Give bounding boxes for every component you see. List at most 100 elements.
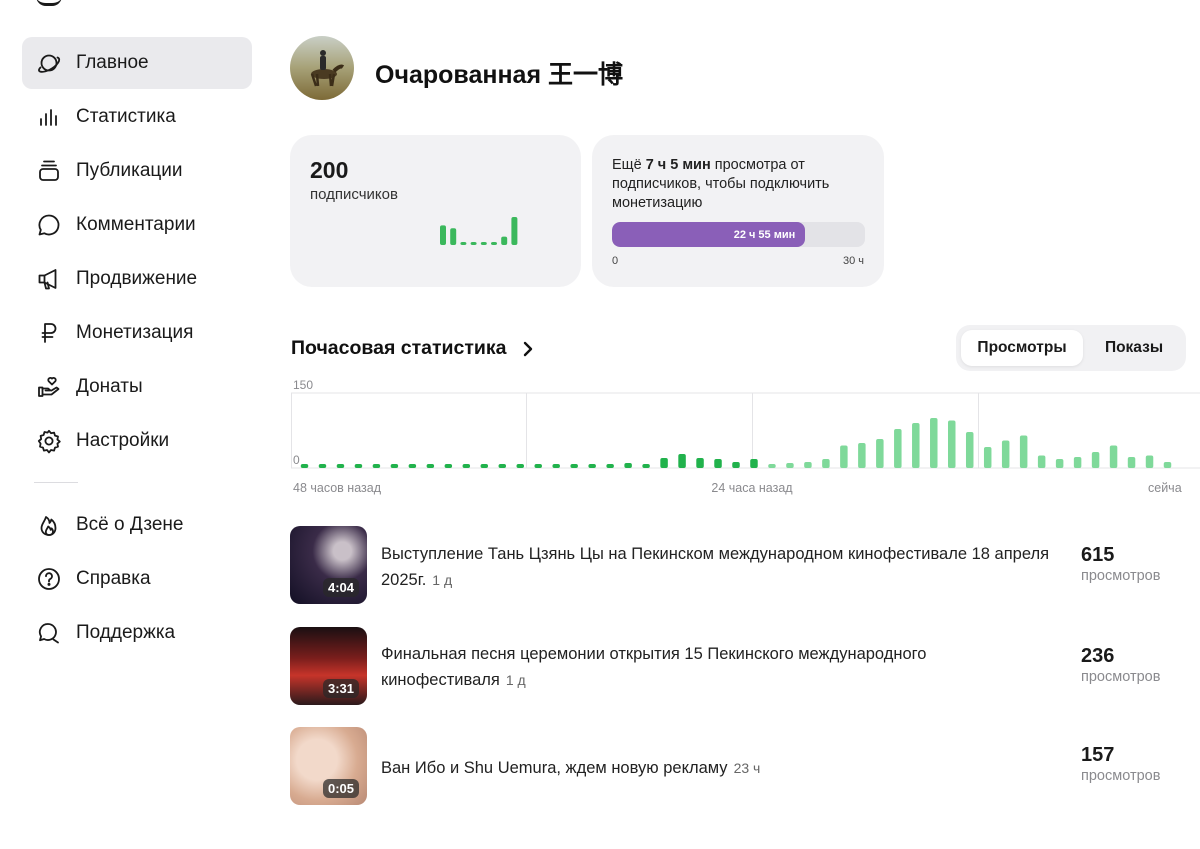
sidebar-item-publications[interactable]: Публикации bbox=[22, 145, 252, 197]
chart-bar bbox=[1109, 445, 1118, 468]
chart-bar bbox=[732, 462, 740, 468]
chart-bar bbox=[390, 464, 399, 468]
video-age: 1 д bbox=[432, 572, 453, 588]
video-row[interactable]: 4:04 Выступление Тань Цзянь Цы на Пекинс… bbox=[290, 526, 1200, 604]
tab-impressions[interactable]: Показы bbox=[1088, 330, 1180, 366]
views-label: просмотров bbox=[1081, 768, 1161, 784]
stack-icon bbox=[34, 156, 64, 186]
sidebar-item-statistics[interactable]: Статистика bbox=[22, 91, 252, 143]
chart-bar bbox=[498, 464, 507, 468]
channel-avatar[interactable] bbox=[290, 36, 354, 100]
chart-bar bbox=[1091, 452, 1100, 468]
video-thumbnail[interactable]: 4:04 bbox=[290, 526, 367, 604]
top-partial-icon bbox=[36, 0, 62, 6]
video-views: 236 просмотров bbox=[1081, 645, 1160, 685]
chart-bar bbox=[1055, 459, 1064, 468]
tab-views[interactable]: Просмотры bbox=[961, 330, 1083, 366]
chart-bar bbox=[444, 464, 453, 468]
chart-bar bbox=[318, 464, 327, 468]
video-title[interactable]: Финальная песня церемонии открытия 15 Пе… bbox=[381, 641, 1061, 693]
chart-bar bbox=[336, 464, 345, 468]
sidebar-item-label: Продвижение bbox=[76, 268, 198, 289]
views-count: 236 bbox=[1081, 645, 1115, 667]
video-duration: 0:05 bbox=[322, 779, 359, 798]
hourly-chart: 150 0 48 часов назад 24 часа назад сейча bbox=[291, 378, 1200, 495]
video-thumbnail[interactable]: 3:31 bbox=[290, 627, 367, 705]
ruble-icon bbox=[34, 318, 64, 348]
video-title[interactable]: Ван Ибо и Shu Uemura, ждем новую рекламу… bbox=[381, 755, 1061, 781]
views-label: просмотров bbox=[1081, 669, 1161, 685]
flame-icon bbox=[34, 510, 64, 540]
sidebar-item-label: Главное bbox=[76, 52, 149, 73]
chart-bar bbox=[354, 464, 363, 468]
chart-bar bbox=[876, 439, 884, 468]
sparkline-bar bbox=[450, 228, 457, 245]
sidebar-item-label: Поддержка bbox=[76, 622, 176, 643]
chart-bar bbox=[750, 459, 758, 468]
sidebar-item-support[interactable]: Поддержка bbox=[22, 607, 252, 659]
chart-bar bbox=[660, 458, 668, 468]
chart-bar bbox=[516, 464, 524, 468]
channel-name[interactable]: Очарованная 王一博 bbox=[375, 55, 623, 91]
progress-min-label: 0 bbox=[612, 255, 619, 267]
sidebar-item-label: Всё о Дзене bbox=[76, 514, 184, 535]
chart-bar bbox=[912, 423, 920, 468]
support-chat-icon bbox=[34, 618, 64, 648]
bar-chart-icon bbox=[34, 102, 64, 132]
monetization-card[interactable]: Ещё 7 ч 5 мин просмотра от подписчиков, … bbox=[592, 135, 884, 287]
megaphone-icon bbox=[34, 264, 64, 294]
video-duration: 3:31 bbox=[322, 679, 359, 698]
video-views: 157 просмотров bbox=[1081, 744, 1160, 784]
chart-bar bbox=[948, 420, 956, 468]
subscribers-card[interactable]: 200 подписчиков bbox=[290, 135, 581, 287]
subscribers-count: 200 bbox=[310, 157, 349, 183]
sparkline-bar bbox=[480, 242, 487, 245]
hourly-stats-title[interactable]: Почасовая статистика bbox=[291, 337, 535, 360]
sidebar-item-label: Справка bbox=[76, 568, 151, 589]
video-row[interactable]: 0:05 Ван Ибо и Shu Uemura, ждем новую ре… bbox=[290, 727, 1200, 805]
video-title[interactable]: Выступление Тань Цзянь Цы на Пекинском м… bbox=[381, 541, 1061, 593]
video-duration: 4:04 bbox=[322, 578, 359, 597]
chart-bar bbox=[426, 464, 435, 468]
sidebar-item-label: Настройки bbox=[76, 430, 170, 451]
chart-bar bbox=[1163, 462, 1172, 468]
sidebar-item-main[interactable]: Главное bbox=[22, 37, 252, 89]
video-thumbnail[interactable]: 0:05 bbox=[290, 727, 367, 805]
donate-hand-icon bbox=[34, 372, 64, 402]
sidebar-item-label: Статистика bbox=[76, 106, 176, 127]
chart-bar bbox=[480, 464, 489, 468]
chart-bar bbox=[804, 462, 812, 468]
help-circle-icon bbox=[34, 564, 64, 594]
chart-bar bbox=[570, 464, 578, 468]
sidebar-item-about-dzen[interactable]: Всё о Дзене bbox=[22, 499, 252, 551]
sparkline-bar bbox=[511, 217, 518, 245]
chart-bar bbox=[822, 459, 830, 468]
chart-bar bbox=[965, 432, 974, 468]
chart-bar bbox=[1001, 440, 1010, 468]
video-age: 23 ч bbox=[733, 760, 761, 776]
sidebar-item-label: Комментарии bbox=[76, 214, 196, 235]
sidebar-item-monetization[interactable]: Монетизация bbox=[22, 307, 252, 359]
sidebar-item-settings[interactable]: Настройки bbox=[22, 415, 252, 467]
video-row[interactable]: 3:31 Финальная песня церемонии открытия … bbox=[290, 627, 1200, 705]
chevron-right-icon bbox=[523, 341, 532, 356]
sidebar-item-comments[interactable]: Комментарии bbox=[22, 199, 252, 251]
chart-bar bbox=[696, 458, 704, 468]
chart-bar bbox=[894, 429, 902, 468]
sidebar-item-help[interactable]: Справка bbox=[22, 553, 252, 605]
chart-bar bbox=[840, 445, 848, 468]
chart-bar bbox=[372, 464, 381, 468]
sidebar-item-promotion[interactable]: Продвижение bbox=[22, 253, 252, 305]
chart-bar bbox=[588, 464, 596, 468]
chart-bar bbox=[1037, 455, 1046, 468]
chart-bar bbox=[714, 459, 722, 468]
subscribers-sparkline bbox=[440, 217, 518, 245]
chart-bar bbox=[300, 464, 309, 468]
chart-bar bbox=[1145, 455, 1154, 468]
x-tick-label: сейча bbox=[1148, 481, 1182, 495]
sparkline-bar bbox=[501, 236, 508, 245]
x-tick-label: 24 часа назад bbox=[711, 481, 793, 495]
sidebar: Главное Статистика Публикации Комментари… bbox=[22, 0, 252, 849]
sidebar-item-donations[interactable]: Донаты bbox=[22, 361, 252, 413]
progress-max-label: 30 ч bbox=[842, 255, 864, 267]
